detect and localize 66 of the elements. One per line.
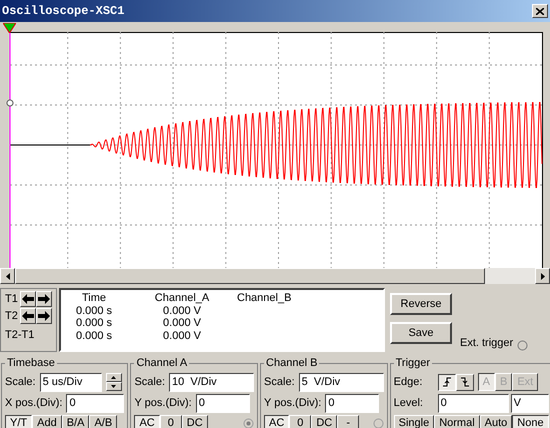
position-label: Y pos.(Div): (134, 396, 192, 411)
terminal-icon (372, 418, 384, 428)
rising-edge-button[interactable] (438, 374, 456, 390)
toggle-button[interactable]: Y/T (5, 414, 32, 428)
window-title: Oscilloscope-XSC1 (2, 3, 124, 20)
scale-label: Scale: (134, 374, 166, 390)
toggle-button[interactable]: 0 (160, 414, 182, 428)
ext-trigger-label: Ext. trigger (460, 336, 514, 350)
group-title: Trigger (394, 356, 432, 371)
spinner[interactable] (106, 373, 122, 391)
toggle-button[interactable]: AC (134, 414, 160, 428)
table-cell-text: 0.000 s (74, 304, 114, 317)
right-arrow-button[interactable] (36, 291, 52, 308)
cursor-label: T2 (5, 308, 18, 324)
group-title: Channel A (135, 356, 188, 371)
close-button[interactable] (532, 4, 548, 18)
falling-edge-icon (460, 377, 470, 387)
scale-label: Scale: (264, 374, 295, 390)
action-button[interactable]: Reverse (390, 293, 452, 315)
column-header: Channel_A (154, 292, 210, 304)
terminal-icon (517, 340, 528, 351)
group-title: Channel B (265, 356, 318, 371)
table-cell-text: 0.000 V (162, 304, 202, 317)
toggle-button[interactable]: A/B (89, 414, 118, 428)
position-label: Y pos.(Div): (264, 396, 322, 411)
level-label: Level: (394, 396, 424, 411)
table-cell-text: 0.000 V (162, 330, 202, 342)
scale-field[interactable]: 5 V/Div (298, 372, 384, 392)
column-header: Time (80, 292, 108, 304)
toggle-button[interactable]: DC (311, 414, 338, 428)
cursor-label: T1 (5, 292, 18, 307)
scroll-left-icon (6, 272, 10, 280)
toggle-button[interactable]: None (512, 414, 549, 428)
scroll-right-icon (540, 272, 544, 280)
position-field[interactable]: 0 (196, 394, 250, 412)
toggle-button[interactable]: DC (182, 414, 208, 428)
position-field[interactable]: 0 (325, 394, 380, 412)
unit-field[interactable]: V (510, 394, 549, 412)
toggle-button[interactable]: Normal (434, 414, 480, 428)
left-arrow-button[interactable] (20, 308, 36, 324)
toggle-button[interactable]: AC (264, 414, 290, 428)
cursor-label: T2-T1 (5, 328, 36, 343)
toggle-button[interactable]: Auto (480, 414, 512, 428)
group-title: Timebase (6, 356, 56, 371)
position-field[interactable]: 0 (66, 394, 124, 412)
scale-field[interactable]: 10 V/Div (169, 372, 254, 392)
edge-label: Edge: (394, 374, 424, 390)
scale-label: Scale: (5, 374, 36, 390)
right-arrow-button[interactable] (36, 308, 52, 324)
level-field[interactable]: 0 (438, 394, 509, 412)
terminal-icon (243, 418, 254, 428)
close-icon (536, 8, 544, 14)
scale-field[interactable]: 5 us/Div (40, 372, 102, 392)
falling-edge-button[interactable] (456, 374, 474, 390)
toggle-button[interactable]: Add (32, 414, 62, 428)
toggle-button[interactable]: B/A (62, 414, 90, 428)
table-cell-text: 0.000 s (74, 330, 114, 342)
toggle-button[interactable]: - (337, 414, 360, 428)
rising-edge-icon (442, 377, 452, 387)
table-cell-text: 0.000 V (162, 317, 202, 330)
position-label: X pos.(Div): (5, 396, 62, 411)
action-button[interactable]: Save (390, 322, 452, 344)
toggle-button[interactable]: 0 (289, 414, 312, 428)
table-cell-text: 0.000 s (74, 317, 114, 330)
toggle-button[interactable]: Single (394, 414, 434, 428)
left-arrow-button[interactable] (20, 291, 36, 308)
